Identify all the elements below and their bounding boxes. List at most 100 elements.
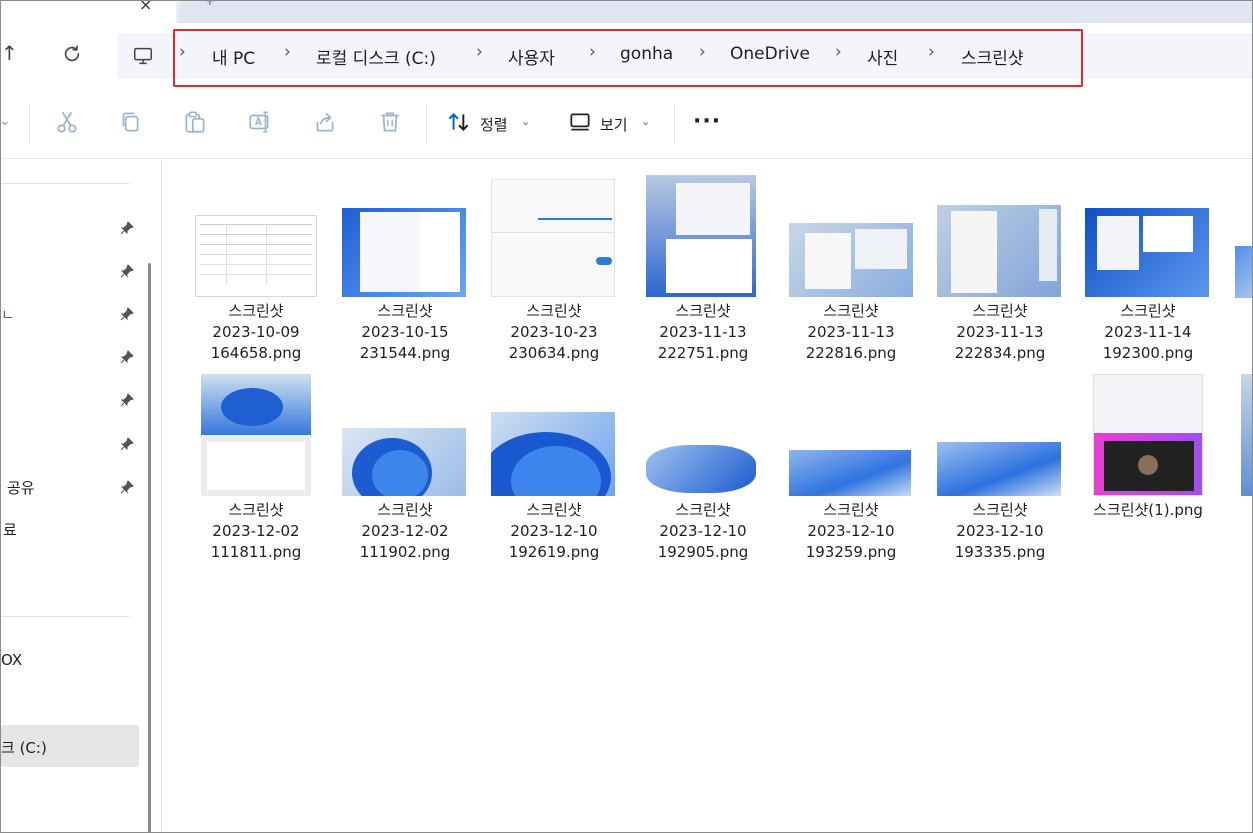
chevron-down-icon[interactable]: ⌄ xyxy=(521,115,530,128)
file-thumbnail xyxy=(646,175,756,297)
view-icon[interactable] xyxy=(567,109,593,135)
file-name-line: 스크린샷 xyxy=(526,501,582,519)
file-name: 스크린샷 2023-11-14 192300.png xyxy=(1073,301,1223,364)
file-name: 스크린샷 2023-10-23 230634.png xyxy=(479,301,629,364)
pin-icon[interactable] xyxy=(119,263,135,279)
file-name-line: 스크린샷 xyxy=(377,302,433,320)
file-thumbnail xyxy=(1235,246,1252,298)
file-name-line: 192300.png xyxy=(1102,344,1194,362)
pane-divider[interactable] xyxy=(161,160,162,832)
toolbar-divider xyxy=(674,104,675,144)
file-name: 스크린샷(1).png xyxy=(1073,500,1223,521)
pin-icon[interactable] xyxy=(119,392,135,408)
delete-icon[interactable] xyxy=(377,109,403,135)
file-name-line: 스크린샷 xyxy=(972,302,1028,320)
copy-icon[interactable] xyxy=(117,109,143,135)
file-name: 스크린샷 2023-11-13 222834.png xyxy=(925,301,1075,364)
file-thumbnail xyxy=(491,179,615,297)
file-name-line: 2023-12-10 xyxy=(510,522,598,540)
nav-scrollbar[interactable] xyxy=(148,263,151,832)
file-name-line: 192905.png xyxy=(657,543,749,561)
file-thumbnail xyxy=(789,450,911,496)
file-name: 스크린샷 2023-10-15 231544.png xyxy=(330,301,480,364)
pin-icon[interactable] xyxy=(119,220,135,236)
nav-item-partial[interactable]: ㄴ xyxy=(1,304,15,325)
tab-current[interactable]: × xyxy=(1,1,176,23)
nav-item-shared[interactable]: 공유 xyxy=(7,477,35,498)
share-icon[interactable] xyxy=(312,109,338,135)
file-name-line: 222816.png xyxy=(805,344,897,362)
toolbar-divider xyxy=(426,104,427,144)
file-thumbnail xyxy=(937,442,1061,496)
file-name-line: 스크린샷 xyxy=(377,501,433,519)
file-name-line: 2023-10-09 xyxy=(212,323,300,341)
refresh-icon[interactable] xyxy=(61,43,83,65)
file-name-line: 222751.png xyxy=(657,344,749,362)
pin-icon[interactable] xyxy=(119,436,135,452)
nav-divider xyxy=(1,183,129,184)
file-name-line: 2023-10-23 xyxy=(510,323,598,341)
file-thumbnail xyxy=(1093,374,1203,496)
file-name-line: 111811.png xyxy=(210,543,302,561)
toolbar-divider xyxy=(29,104,30,144)
file-name: 스크린샷 2023-11-13 222816.png xyxy=(776,301,926,364)
file-name-line: 2023-11-13 xyxy=(807,323,895,341)
nav-item-documents[interactable]: 료 xyxy=(3,519,17,540)
more-options-icon[interactable]: ··· xyxy=(693,109,721,134)
file-name-line: 2023-11-13 xyxy=(956,323,1044,341)
nav-item-dropbox[interactable]: OX xyxy=(1,651,22,669)
rename-icon[interactable] xyxy=(247,109,273,135)
file-name-line: 111902.png xyxy=(359,543,451,561)
file-thumbnail xyxy=(937,205,1061,297)
file-thumbnail xyxy=(342,208,466,297)
tab-strip: × + xyxy=(1,1,1252,23)
new-tab-icon[interactable]: + xyxy=(204,1,216,9)
up-arrow-icon[interactable]: ↑ xyxy=(1,41,18,65)
pin-icon[interactable] xyxy=(119,479,135,495)
file-name-line: 스크린샷 xyxy=(972,501,1028,519)
file-thumbnail xyxy=(1241,374,1252,496)
file-name: 스크린샷 2023-12-02 111811.png xyxy=(181,500,331,563)
file-name: 스크린샷 2023-12-10 193335.png xyxy=(925,500,1075,563)
file-name: 스크린샷 2023-12-02 111902.png xyxy=(330,500,480,563)
file-name-line: 스크린샷(1).png xyxy=(1093,501,1203,519)
file-name-line: 스크린샷 xyxy=(675,302,731,320)
nav-item-local-disk[interactable]: 크 (C:) xyxy=(1,737,47,758)
pin-icon[interactable] xyxy=(119,306,135,322)
sort-button[interactable]: 정렬 xyxy=(480,114,508,135)
paste-icon[interactable] xyxy=(182,109,208,135)
sort-icon[interactable] xyxy=(446,109,472,135)
file-name-line: 2023-11-13 xyxy=(659,323,747,341)
view-button[interactable]: 보기 xyxy=(600,114,628,135)
file-thumbnail xyxy=(1085,208,1209,297)
close-tab-icon[interactable]: × xyxy=(139,1,152,14)
file-name-line: 스크린샷 xyxy=(228,302,284,320)
breadcrumb-highlight-box xyxy=(173,29,1083,87)
file-name-line: 231544.png xyxy=(359,344,451,362)
file-name-line: 스크린샷 xyxy=(823,302,879,320)
file-grid: 스크린샷 2023-10-09 164658.png 스크린샷 2023-10-… xyxy=(163,160,1252,832)
file-name-line: 스크린샷 xyxy=(823,501,879,519)
file-name: 스크린샷 2023-11-13 222751.png xyxy=(628,301,778,364)
new-tab-area[interactable] xyxy=(179,1,1252,23)
this-pc-icon[interactable] xyxy=(132,45,154,67)
chevron-down-icon[interactable]: ⌄ xyxy=(1,113,11,129)
file-name-line: 2023-12-10 xyxy=(956,522,1044,540)
file-explorer-window: × + ↑ › 내 PC › 로컬 디스크 (C:) › 사용자 › gonha… xyxy=(0,0,1253,833)
chevron-down-icon[interactable]: ⌄ xyxy=(641,115,650,128)
file-name-line: 2023-11-14 xyxy=(1104,323,1192,341)
file-name-line: 2023-12-02 xyxy=(212,522,300,540)
file-thumbnail xyxy=(342,428,466,496)
file-thumbnail xyxy=(201,374,311,496)
file-name-line: 스크린샷 xyxy=(1120,302,1176,320)
cut-icon[interactable] xyxy=(54,109,80,135)
file-thumbnail xyxy=(789,223,913,297)
file-name-line: 164658.png xyxy=(210,344,302,362)
file-name-line: 스크린샷 xyxy=(675,501,731,519)
file-name-line: 192619.png xyxy=(508,543,600,561)
pin-icon[interactable] xyxy=(119,349,135,365)
file-name: 스크린샷 2023-12-10 193259.png xyxy=(776,500,926,563)
file-name-line: 230634.png xyxy=(508,344,600,362)
file-name-line: 193335.png xyxy=(954,543,1046,561)
file-thumbnail xyxy=(640,439,764,496)
